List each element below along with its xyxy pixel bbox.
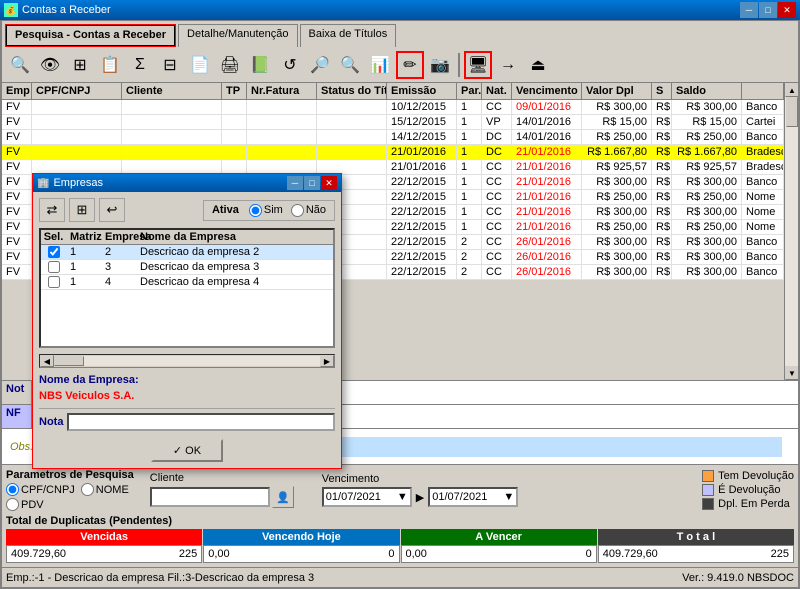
content-area: Emp CPF/CNPJ Cliente TP Nr.Fatura Status… [2, 83, 798, 567]
modal-overlay: 🏢 Empresas ─ □ ✕ ⇄ [2, 83, 798, 567]
col-matriz: Matriz [66, 230, 101, 244]
modal-title: Empresas [53, 177, 103, 189]
scroll-right-btn[interactable]: ▶ [320, 355, 334, 367]
minimize-button[interactable]: ─ [740, 2, 758, 18]
modal-close-button[interactable]: ✕ [321, 176, 337, 190]
title-bar: 💰 Contas a Receber ─ □ ✕ [0, 0, 800, 20]
maximize-button[interactable]: □ [759, 2, 777, 18]
window-controls: ─ □ ✕ [740, 2, 796, 18]
col-sel: Sel. [41, 230, 66, 244]
tab-bar: Pesquisa - Contas a Receber Detalhe/Manu… [2, 21, 798, 47]
toolbar: 🔍 👁 ⊞ 📋 Σ ⊟ 📄 🖨 📗 ↺ 🔎 🔍 📊 ✏ 📷 🖥 → ⏏ [2, 47, 798, 83]
modal-title-bar: 🏢 Empresas ─ □ ✕ [33, 174, 341, 192]
nome-1: Descricao da empresa 2 [136, 245, 333, 259]
emp-1: 2 [101, 245, 136, 259]
tab-baixa[interactable]: Baixa de Títulos [300, 24, 397, 47]
nota-label: Nota [39, 416, 63, 428]
forward-icon[interactable]: → [494, 51, 522, 79]
ativa-group: Ativa Sim Não [203, 200, 335, 221]
status-bar: Emp.:-1 - Descricao da empresa Fil.:3-De… [2, 567, 798, 587]
ativa-radios: Sim Não [249, 204, 326, 217]
ativa-label: Ativa [212, 204, 239, 216]
tab-pesquisa[interactable]: Pesquisa - Contas a Receber [6, 25, 175, 46]
sel-3[interactable] [41, 276, 66, 288]
app-icon: 💰 [4, 3, 18, 17]
emp-3: 4 [101, 275, 136, 289]
scroll-left-btn[interactable]: ◀ [40, 355, 54, 367]
minus-icon[interactable]: ⊟ [156, 51, 184, 79]
mat-2: 1 [66, 260, 101, 274]
modal-grid-header: Sel. Matriz Empresa Nome da Empresa [41, 230, 333, 245]
eject-icon[interactable]: ⏏ [524, 51, 552, 79]
edit-icon[interactable]: ✏ [396, 51, 424, 79]
search-icon[interactable]: 🔍 [6, 51, 34, 79]
modal-tool-buttons: ⇄ ⊞ ↩ [39, 198, 125, 222]
monitor-icon[interactable]: 🖥 [464, 51, 492, 79]
modal-toolbar-row: ⇄ ⊞ ↩ Ativa Sim [39, 198, 335, 222]
modal-body: ⇄ ⊞ ↩ Ativa Sim [33, 192, 341, 468]
modal-maximize-button[interactable]: □ [304, 176, 320, 190]
hscroll-track [54, 356, 320, 366]
nome-2: Descricao da empresa 3 [136, 260, 333, 274]
sel-1[interactable] [41, 246, 66, 258]
nota-section: Nota [39, 408, 335, 431]
view-icon[interactable]: 👁 [36, 51, 64, 79]
empresa-nome-label: Nome da Empresa: [39, 374, 139, 386]
doc-icon[interactable]: 📄 [186, 51, 214, 79]
camera-icon[interactable]: 📷 [426, 51, 454, 79]
toolbar-separator [458, 53, 460, 77]
app-title: Contas a Receber [22, 4, 111, 16]
book-icon[interactable]: 📗 [246, 51, 274, 79]
modal-tool-1[interactable]: ⇄ [39, 198, 65, 222]
refresh-icon[interactable]: ↺ [276, 51, 304, 79]
copy-icon[interactable]: 📋 [96, 51, 124, 79]
empresa-nome-section: Nome da Empresa: [39, 374, 335, 386]
ok-button[interactable]: ✓ OK [151, 439, 223, 462]
modal-grid-row-2[interactable]: 1 3 Descricao da empresa 3 [41, 260, 333, 275]
status-right: Ver.: 9.419.0 NBSDOC [682, 572, 794, 584]
search2-icon[interactable]: 🔍 [336, 51, 364, 79]
chart-icon[interactable]: 📊 [366, 51, 394, 79]
ativa-sim[interactable]: Sim [249, 204, 283, 217]
close-button[interactable]: ✕ [778, 2, 796, 18]
grid-icon[interactable]: ⊞ [66, 51, 94, 79]
nota-input[interactable] [67, 413, 335, 431]
modal-grid-row-3[interactable]: 1 4 Descricao da empresa 4 [41, 275, 333, 290]
modal-hscrollbar[interactable]: ◀ ▶ [39, 354, 335, 368]
zoom-icon[interactable]: 🔎 [306, 51, 334, 79]
ativa-nao[interactable]: Não [291, 204, 326, 217]
modal-grid: Sel. Matriz Empresa Nome da Empresa 1 2 … [39, 228, 335, 348]
main-window: Pesquisa - Contas a Receber Detalhe/Manu… [0, 20, 800, 589]
emp-2: 3 [101, 260, 136, 274]
col-empresa: Empresa [101, 230, 136, 244]
ok-btn-row: ✓ OK [39, 439, 335, 462]
tab-detalhe[interactable]: Detalhe/Manutenção [178, 24, 298, 47]
sel-2[interactable] [41, 261, 66, 273]
status-left: Emp.:-1 - Descricao da empresa Fil.:3-De… [6, 572, 314, 584]
empresa-nome-value: NBS Veiculos S.A. [39, 390, 134, 402]
modal-title-controls: ─ □ ✕ [287, 176, 337, 190]
modal-grid-row-1[interactable]: 1 2 Descricao da empresa 2 [41, 245, 333, 260]
empresa-nome-value-row: NBS Veiculos S.A. [39, 390, 335, 402]
mat-1: 1 [66, 245, 101, 259]
print-icon[interactable]: 🖨 [216, 51, 244, 79]
modal-tool-3[interactable]: ↩ [99, 198, 125, 222]
hscroll-thumb[interactable] [54, 356, 84, 366]
col-nome: Nome da Empresa [136, 230, 333, 244]
empresas-modal: 🏢 Empresas ─ □ ✕ ⇄ [32, 173, 342, 469]
modal-icon: 🏢 [37, 178, 49, 189]
nome-3: Descricao da empresa 4 [136, 275, 333, 289]
mat-3: 1 [66, 275, 101, 289]
modal-minimize-button[interactable]: ─ [287, 176, 303, 190]
modal-tool-2[interactable]: ⊞ [69, 198, 95, 222]
sum-icon[interactable]: Σ [126, 51, 154, 79]
